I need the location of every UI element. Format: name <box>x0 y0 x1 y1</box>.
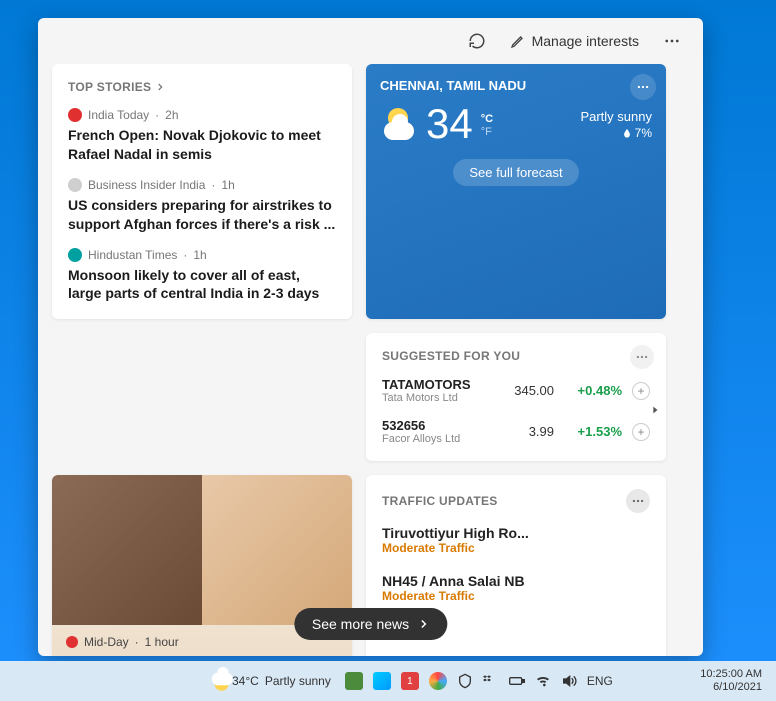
pencil-icon <box>510 33 526 49</box>
weather-temp: 34 <box>426 103 473 145</box>
top-stories-title[interactable]: TOP STORIES <box>68 80 336 94</box>
refresh-button[interactable] <box>460 26 494 56</box>
tray-icons: 1 ENG <box>345 672 613 690</box>
traffic-title: TRAFFIC UPDATES <box>382 494 498 508</box>
featured-headline: US bill veiled attack on our political s… <box>66 655 338 656</box>
traffic-item[interactable]: Tiruvottiyur High Ro... Moderate Traffic <box>366 521 666 559</box>
tray-icon[interactable] <box>373 672 391 690</box>
security-icon[interactable] <box>457 673 473 689</box>
weather-location: CHENNAI, TAMIL NADU <box>380 78 652 93</box>
chevron-right-icon <box>155 82 165 92</box>
language-indicator[interactable]: ENG <box>587 674 613 688</box>
ellipsis-icon <box>631 494 645 508</box>
weather-more-button[interactable] <box>630 74 656 100</box>
weather-humidity: 7% <box>580 126 652 140</box>
story-item[interactable]: Business Insider India · 1h US considers… <box>68 178 336 234</box>
featured-image <box>52 475 352 625</box>
add-stock-button[interactable]: + <box>632 382 650 400</box>
panel-header: Manage interests <box>38 18 703 64</box>
tray-icon[interactable]: 1 <box>401 672 419 690</box>
next-button[interactable] <box>650 403 660 417</box>
source-icon <box>68 248 82 262</box>
dropbox-icon[interactable] <box>483 673 499 689</box>
forecast-button[interactable]: See full forecast <box>453 159 578 186</box>
source-icon <box>68 108 82 122</box>
taskbar-weather[interactable]: 34°C Partly sunny <box>206 671 331 691</box>
manage-interests-button[interactable]: Manage interests <box>502 27 647 55</box>
panel-body: TOP STORIES India Today · 2h French Open… <box>38 64 703 656</box>
stock-row[interactable]: 532656Facor Alloys Ltd 3.99 +1.53% + <box>382 418 650 445</box>
chevron-right-icon <box>650 403 660 417</box>
taskbar[interactable]: 34°C Partly sunny 1 ENG 10:25:00 AM 6/10… <box>0 661 776 701</box>
scroll-area[interactable]: TOP STORIES India Today · 2h French Open… <box>38 64 697 656</box>
suggested-title: SUGGESTED FOR YOU <box>382 349 650 363</box>
ellipsis-icon <box>635 350 649 364</box>
weather-condition: Partly sunny <box>580 109 652 124</box>
story-headline: French Open: Novak Djokovic to meet Rafa… <box>68 126 336 164</box>
weather-card[interactable]: CHENNAI, TAMIL NADU 34 °C°F Partly sunny… <box>366 64 666 319</box>
stock-row[interactable]: TATAMOTORSTata Motors Ltd 345.00 +0.48% … <box>382 377 650 404</box>
tray-icon[interactable] <box>345 672 363 690</box>
suggested-card: SUGGESTED FOR YOU TATAMOTORSTata Motors … <box>366 333 666 461</box>
source-icon <box>66 636 78 648</box>
weather-units[interactable]: °C°F <box>481 113 493 139</box>
traffic-more-button[interactable] <box>626 489 650 513</box>
weather-icon <box>209 674 223 688</box>
news-panel: Manage interests TOP STORIES India Today… <box>38 18 703 656</box>
suggested-more-button[interactable] <box>630 345 654 369</box>
story-headline: US considers preparing for airstrikes to… <box>68 196 336 234</box>
weather-icon <box>380 104 420 144</box>
chevron-right-icon <box>417 618 429 630</box>
wifi-icon[interactable] <box>535 673 551 689</box>
refresh-icon <box>468 32 486 50</box>
story-headline: Monsoon likely to cover all of east, lar… <box>68 266 336 304</box>
taskbar-clock[interactable]: 10:25:00 AM 6/10/2021 <box>700 668 770 694</box>
ellipsis-icon <box>636 80 650 94</box>
story-item[interactable]: India Today · 2h French Open: Novak Djok… <box>68 108 336 164</box>
manage-label: Manage interests <box>532 33 639 49</box>
traffic-item[interactable]: NH45 / Anna Salai NB Moderate Traffic <box>366 569 666 607</box>
add-stock-button[interactable]: + <box>632 423 650 441</box>
drop-icon <box>622 128 632 138</box>
battery-icon[interactable] <box>509 675 525 687</box>
story-item[interactable]: Hindustan Times · 1h Monsoon likely to c… <box>68 248 336 304</box>
top-stories-card: TOP STORIES India Today · 2h French Open… <box>52 64 352 319</box>
source-icon <box>68 178 82 192</box>
see-more-news-button[interactable]: See more news <box>294 608 447 640</box>
ellipsis-icon <box>663 32 681 50</box>
tray-icon[interactable] <box>429 672 447 690</box>
volume-icon[interactable] <box>561 673 577 689</box>
more-button[interactable] <box>655 26 689 56</box>
weather-main: 34 °C°F Partly sunny 7% <box>380 103 652 145</box>
